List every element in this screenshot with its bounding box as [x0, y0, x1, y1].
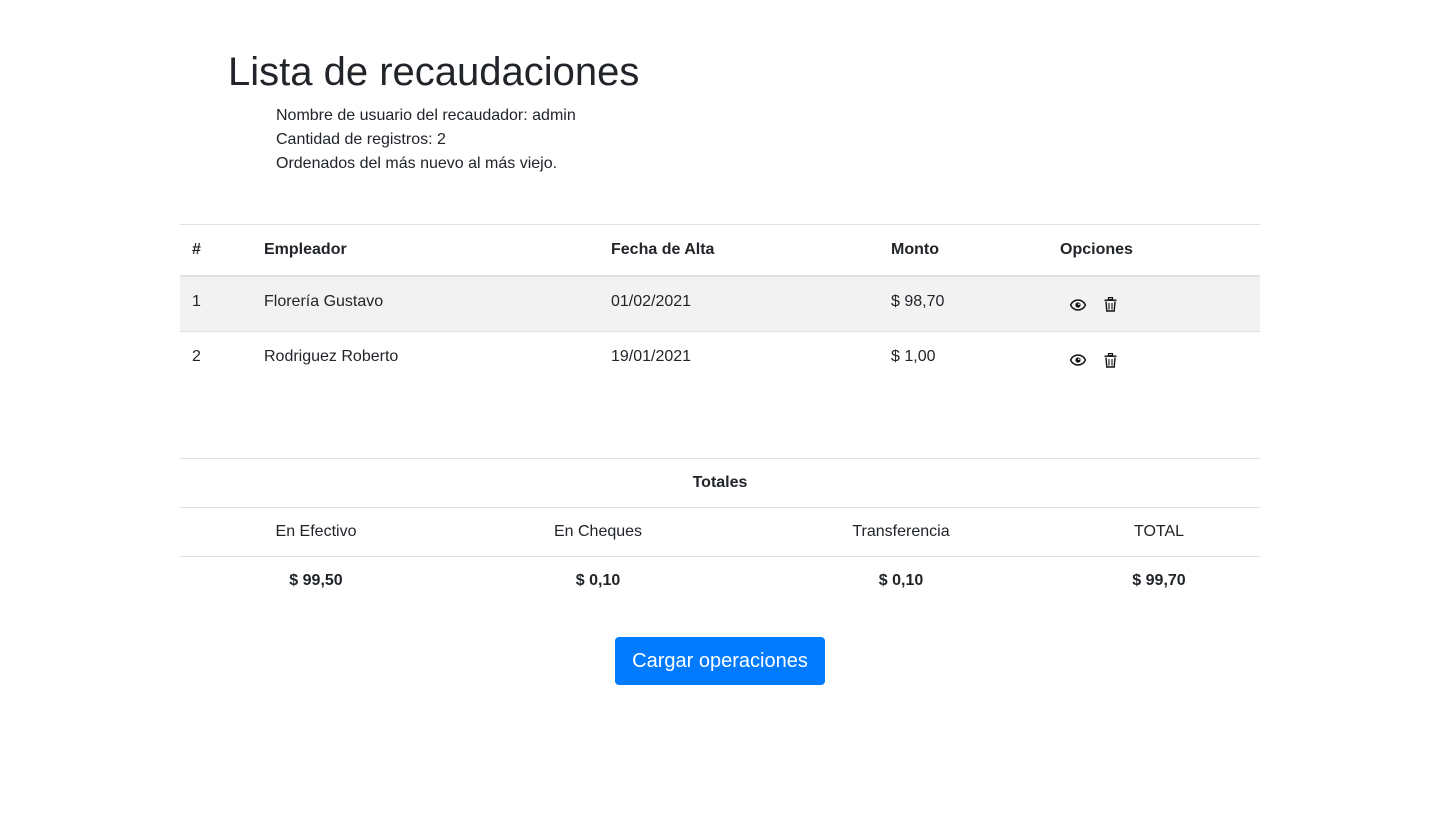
totals-table-body: En Efectivo En Cheques Transferencia TOT…: [180, 507, 1260, 606]
row-date: 19/01/2021: [611, 348, 692, 365]
eye-icon[interactable]: [1068, 350, 1088, 370]
totals-value-transfer: $ 0,10: [744, 556, 1058, 606]
record-count: Cantidad de registros: 2: [276, 131, 446, 148]
totals-label-row: En Efectivo En Cheques Transferencia TOT…: [180, 507, 1260, 557]
header-num: #: [192, 240, 201, 258]
row-num: 1: [192, 292, 201, 310]
page-title: Lista de recaudaciones: [228, 50, 640, 94]
row-options-icons: [1060, 348, 1248, 370]
totals-title-row: Totales: [180, 458, 1260, 508]
eye-icon-glyph: [1070, 298, 1086, 311]
totals-value-cash: $ 99,50: [180, 556, 452, 606]
row-options-icons: [1060, 293, 1248, 315]
totals-table-header: Totales: [180, 458, 1260, 508]
load-operations-button[interactable]: Cargar operaciones: [615, 637, 825, 685]
trash-icon[interactable]: [1100, 350, 1120, 370]
table-row: 1 Florería Gustavo 01/02/2021 $ 98,70: [180, 275, 1260, 332]
eye-icon-glyph: [1070, 354, 1086, 366]
table-row: 2 Rodriguez Roberto 19/01/2021 $ 1,00: [180, 331, 1260, 388]
collector-username: Nombre de usuario del recaudador: admin: [276, 107, 576, 124]
trash-icon[interactable]: [1100, 295, 1120, 315]
row-amount: $ 1,00: [891, 348, 936, 365]
header-date: Fecha de Alta: [611, 240, 715, 258]
totals-label-checks: En Cheques: [452, 507, 744, 557]
totals-value-row: $ 99,50 $ 0,10 $ 0,10 $ 99,70: [180, 556, 1260, 606]
page-root: Lista de recaudaciones Nombre de usuario…: [0, 0, 1440, 838]
header-employer: Empleador: [264, 240, 347, 258]
trash-icon-glyph: [1104, 297, 1116, 312]
row-employer: Florería Gustavo: [264, 292, 384, 310]
header-amount: Monto: [891, 240, 939, 258]
records-table-body: 1 Florería Gustavo 01/02/2021 $ 98,70 2 …: [180, 275, 1260, 388]
row-options: [1048, 276, 1260, 332]
totals-value-checks: $ 0,10: [452, 556, 744, 606]
records-table: # Empleador Fecha de Alta Monto Opciones…: [180, 224, 1260, 388]
totals-label-total: TOTAL: [1058, 507, 1260, 557]
eye-icon[interactable]: [1068, 295, 1088, 315]
row-date: 01/02/2021: [611, 292, 692, 310]
header-row: # Empleador Fecha de Alta Monto Opciones: [180, 224, 1260, 276]
row-options: [1048, 332, 1260, 388]
row-amount: $ 98,70: [891, 292, 945, 310]
collection-meta: Nombre de usuario del recaudador: admin …: [276, 104, 576, 176]
sort-order-note: Ordenados del más nuevo al más viejo.: [276, 155, 558, 172]
totals-value-total: $ 99,70: [1058, 556, 1260, 606]
totals-label-cash: En Efectivo: [180, 507, 452, 557]
totals-table: Totales En Efectivo En Cheques Transfere…: [180, 458, 1260, 606]
row-num: 2: [192, 348, 201, 365]
trash-icon-glyph: [1104, 352, 1116, 368]
totals-label-transfer: Transferencia: [744, 507, 1058, 557]
row-employer: Rodriguez Roberto: [264, 348, 399, 365]
totals-title: Totales: [180, 458, 1260, 508]
records-table-header: # Empleador Fecha de Alta Monto Opciones: [180, 224, 1260, 276]
header-options: Opciones: [1060, 240, 1133, 258]
